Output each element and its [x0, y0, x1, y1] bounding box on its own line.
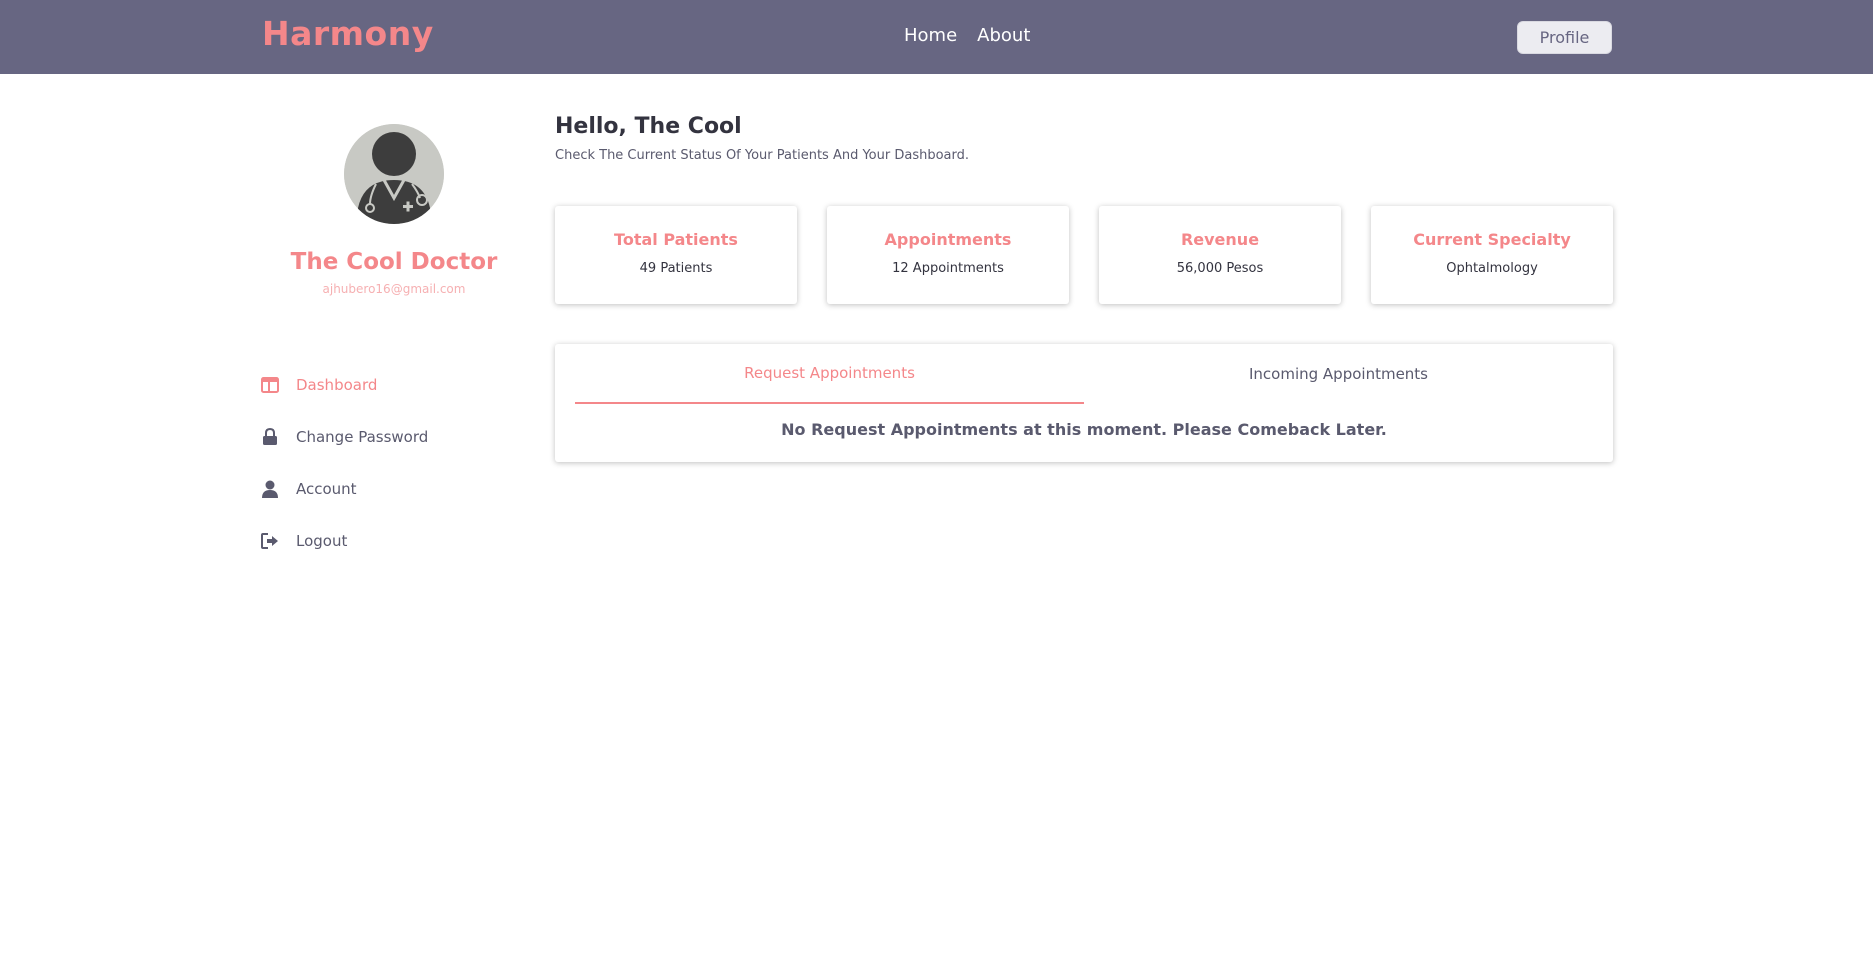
sidebar-menu: Dashboard Change Password Account Logout — [260, 359, 530, 567]
doctor-name: The Cool Doctor — [290, 249, 498, 275]
appointments-panel: Request Appointments Incoming Appointmen… — [555, 344, 1613, 462]
stat-value: 56,000 Pesos — [1176, 261, 1264, 276]
sidebar-item-account[interactable]: Account — [260, 463, 530, 515]
sidebar-item-label: Account — [296, 480, 357, 498]
stat-card-current-specialty: Current Specialty Ophtalmology — [1371, 206, 1613, 304]
nav-link-about[interactable]: About — [977, 25, 1030, 46]
stat-value: 49 Patients — [639, 261, 713, 276]
sidebar-item-label: Dashboard — [296, 376, 378, 394]
empty-state-message: No Request Appointments at this moment. … — [781, 420, 1387, 439]
tab-request-appointments[interactable]: Request Appointments — [575, 344, 1084, 404]
logout-icon — [260, 531, 280, 551]
stat-card-total-patients: Total Patients 49 Patients — [555, 206, 797, 304]
stat-card-revenue: Revenue 56,000 Pesos — [1099, 206, 1341, 304]
doctor-avatar-icon — [344, 124, 444, 224]
stat-title: Appointments — [884, 230, 1012, 249]
nav-link-home[interactable]: Home — [904, 25, 957, 46]
lock-icon — [260, 427, 280, 447]
nav-links: Home About — [904, 25, 1030, 46]
sidebar-item-label: Logout — [296, 532, 348, 550]
tab-incoming-appointments[interactable]: Incoming Appointments — [1084, 344, 1593, 404]
doctor-email: ajhubero16@gmail.com — [322, 282, 466, 296]
sidebar-item-logout[interactable]: Logout — [260, 515, 530, 567]
stat-value: 12 Appointments — [892, 261, 1004, 276]
user-icon — [260, 479, 280, 499]
top-navbar: Harmony Home About Profile — [0, 0, 1873, 74]
stats-row: Total Patients 49 Patients Appointments … — [555, 206, 1613, 304]
profile-button[interactable]: Profile — [1517, 21, 1612, 54]
brand-logo[interactable]: Harmony — [262, 14, 434, 53]
stat-title: Current Specialty — [1413, 230, 1571, 249]
dashboard-icon — [260, 375, 280, 395]
sidebar-item-dashboard[interactable]: Dashboard — [260, 359, 530, 411]
stat-title: Revenue — [1180, 230, 1260, 249]
page-title: Hello, The Cool — [555, 114, 742, 139]
stat-card-appointments: Appointments 12 Appointments — [827, 206, 1069, 304]
sidebar-item-label: Change Password — [296, 428, 429, 446]
stat-value: Ophtalmology — [1446, 261, 1538, 276]
page-subtitle: Check The Current Status Of Your Patient… — [555, 148, 970, 163]
sidebar-item-change-password[interactable]: Change Password — [260, 411, 530, 463]
stat-title: Total Patients — [614, 230, 738, 249]
